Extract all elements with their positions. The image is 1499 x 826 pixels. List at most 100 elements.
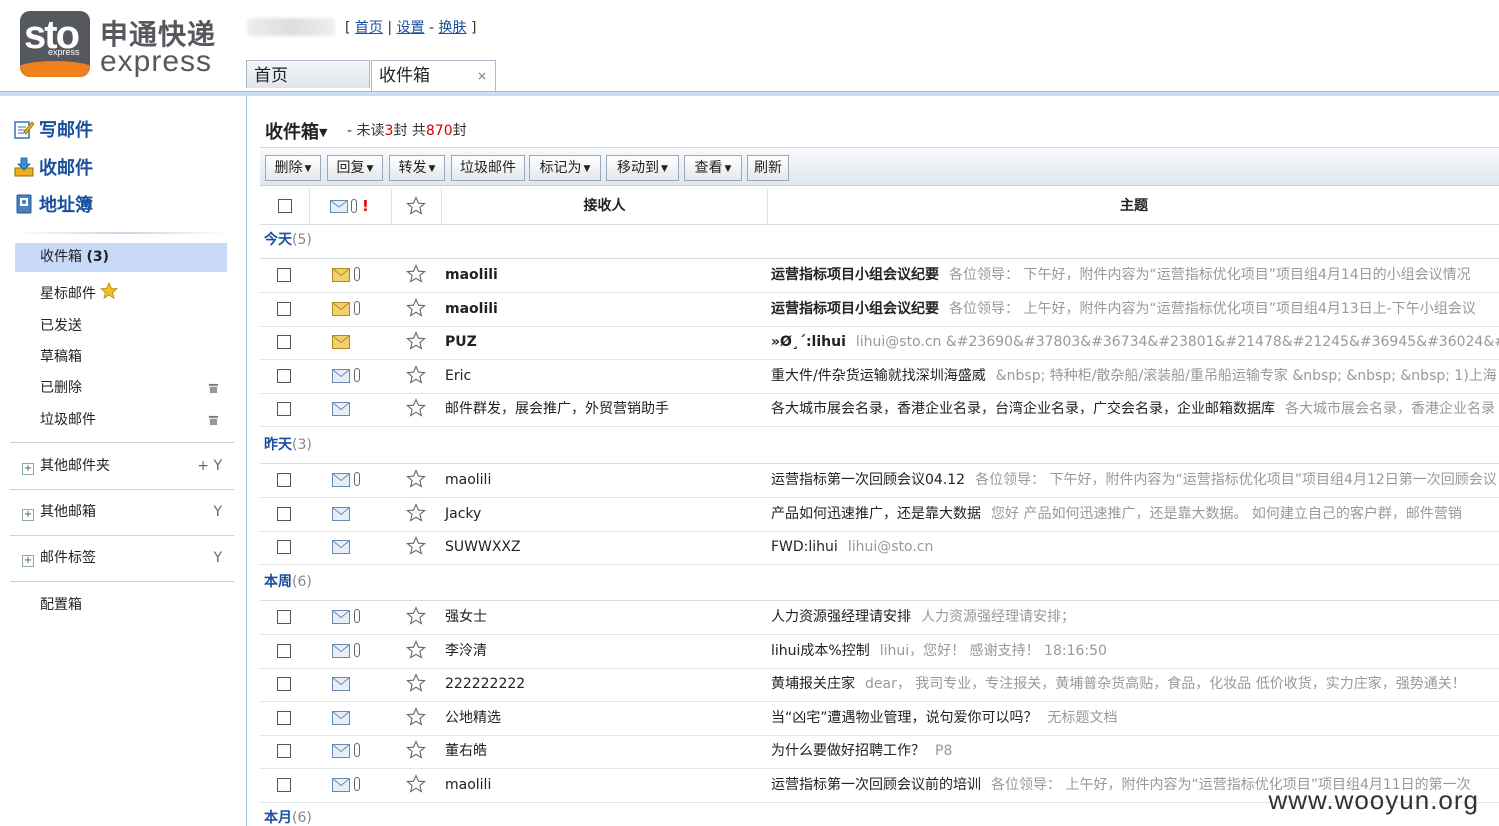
date-group-header[interactable]: 本月(6) — [264, 806, 312, 826]
mail-subject-cell[interactable]: 为什么要做好招聘工作？ P8 — [771, 735, 1499, 768]
mail-row[interactable]: maolili 运营指标第一次回顾会议04.12 各位领导： 下午好，附件内容为“运… — [260, 464, 1499, 498]
select-all-checkbox[interactable] — [278, 199, 292, 213]
trash-icon[interactable] — [208, 383, 219, 394]
star-outline-icon[interactable] — [406, 364, 426, 385]
status-column[interactable]: ! — [310, 188, 392, 224]
star-outline-icon[interactable] — [406, 673, 426, 693]
mail-row[interactable]: maolili 运营指标项目小组会议纪要 各位领导： 上午好，附件内容为“运营指标优… — [260, 293, 1499, 327]
date-group-header[interactable]: 今天(5) — [264, 228, 312, 252]
expand-icon[interactable]: + — [22, 509, 34, 521]
star-outline-icon[interactable] — [406, 264, 426, 284]
receive-button[interactable]: 收邮件 — [14, 154, 93, 180]
mail-recipient[interactable]: 李泠清 — [445, 635, 487, 668]
mail-recipient[interactable]: 邮件群发，展会推广，外贸营销助手 — [445, 393, 669, 426]
row-checkbox[interactable] — [277, 506, 291, 521]
reply-button[interactable]: 回复 ▼ — [327, 155, 383, 181]
star-outline-icon[interactable] — [406, 536, 426, 556]
group-mail-tags[interactable]: + 邮件标签 Y — [22, 544, 222, 572]
star-outline-icon[interactable] — [406, 774, 426, 794]
row-checkbox[interactable] — [277, 368, 291, 383]
mail-row[interactable]: Jacky 产品如何迅速推广，还是靠大数据 您好 产品如何迅速推广，还是靠大数据。 … — [260, 498, 1499, 532]
mail-recipient[interactable]: 公地精选 — [445, 702, 501, 735]
row-checkbox[interactable] — [277, 643, 291, 658]
refresh-button[interactable]: 刷新 — [747, 155, 789, 181]
group-other-mailboxes[interactable]: + 其他邮箱 Y — [22, 498, 222, 526]
subject-column[interactable]: 主题 — [768, 188, 1499, 224]
compose-button[interactable]: 写邮件 — [14, 116, 93, 142]
star-outline-icon[interactable] — [406, 469, 426, 489]
row-checkbox[interactable] — [277, 744, 291, 759]
star-outline-icon[interactable] — [406, 398, 426, 418]
link-skin[interactable]: 换肤 — [439, 20, 467, 36]
expand-icon[interactable]: + — [22, 463, 34, 475]
folder-sent[interactable]: 已发送 — [15, 312, 227, 341]
link-home[interactable]: 首页 — [355, 20, 383, 36]
mail-subject-cell[interactable]: 运营指标项目小组会议纪要 各位领导： 下午好，附件内容为“运营指标优化项目”项目组… — [771, 259, 1499, 292]
star-outline-icon[interactable] — [406, 606, 426, 626]
mail-recipient[interactable]: SUWWXXZ — [445, 531, 521, 564]
link-settings[interactable]: 设置 — [397, 20, 425, 36]
row-checkbox[interactable] — [277, 402, 291, 417]
sto-express-logo[interactable]: sto express 申通快递 express — [20, 11, 220, 81]
folder-inbox[interactable]: 收件箱 (3) — [15, 243, 227, 272]
mail-row[interactable]: SUWWXXZ FWD:lihui lihui@sto.cn — [260, 531, 1499, 566]
addressbook-button[interactable]: 地址簿 — [14, 191, 93, 217]
trash-icon[interactable] — [208, 415, 219, 426]
mail-row[interactable]: Eric 重大件/件杂货运输就找深圳海盛威 &nbsp; 特种柜/散杂船/滚装船/重… — [260, 360, 1499, 394]
mail-recipient[interactable]: maolili — [445, 464, 491, 497]
mail-row[interactable]: 强女士 人力资源强经理请安排 人力资源强经理请安排； — [260, 601, 1499, 635]
mail-recipient[interactable]: maolili — [445, 259, 498, 292]
folder-junk[interactable]: 垃圾邮件 — [15, 406, 227, 435]
mail-row[interactable]: 公地精选 当“凶宅”遭遇物业管理，说句爱你可以吗？ 无标题文档 — [260, 702, 1499, 736]
mark-as-button[interactable]: 标记为 ▼ — [529, 155, 601, 181]
mail-recipient[interactable]: 董右皓 — [445, 735, 487, 768]
mail-recipient[interactable]: maolili — [445, 293, 498, 326]
mail-recipient[interactable]: 强女士 — [445, 601, 487, 634]
mail-subject-cell[interactable]: 运营指标第一次回顾会议04.12 各位领导： 下午好，附件内容为“运营指标优化项目… — [771, 464, 1499, 497]
row-checkbox[interactable] — [277, 301, 291, 316]
folder-title[interactable]: 收件箱▼ — [265, 118, 327, 144]
row-checkbox[interactable] — [277, 540, 291, 555]
group-actions[interactable]: + Y — [197, 452, 222, 480]
mail-row[interactable]: 邮件群发，展会推广，外贸营销助手 各大城市展会名录，香港企业名录，台湾企业名录，广… — [260, 393, 1499, 428]
view-button[interactable]: 查看 ▼ — [684, 155, 742, 181]
mail-subject-cell[interactable]: 人力资源强经理请安排 人力资源强经理请安排； — [771, 601, 1499, 634]
date-group-header[interactable]: 本周(6) — [264, 570, 312, 594]
row-checkbox[interactable] — [277, 710, 291, 725]
mail-recipient[interactable]: maolili — [445, 769, 491, 802]
star-outline-icon[interactable] — [406, 297, 426, 318]
row-checkbox[interactable] — [277, 778, 291, 792]
row-checkbox[interactable] — [277, 473, 291, 487]
group-actions[interactable]: Y — [213, 544, 222, 572]
star-outline-icon[interactable] — [406, 740, 426, 760]
row-checkbox[interactable] — [277, 677, 291, 692]
mail-row[interactable]: 李泠清 lihui成本%控制 lihui，您好！ 感谢支持！ 18:16:50 — [260, 635, 1499, 669]
star-outline-icon[interactable] — [406, 706, 426, 727]
forward-button[interactable]: 转发 ▼ — [389, 155, 445, 181]
mail-subject-cell[interactable]: 重大件/件杂货运输就找深圳海盛威 &nbsp; 特种柜/散杂船/滚装船/重吊船运输… — [771, 360, 1499, 393]
mail-row[interactable]: 222222222 黄埔报关庄家 dear， 我司专业，专注报关，黄埔普杂货高贴，食… — [260, 668, 1499, 703]
tab-home[interactable]: 首页 — [246, 60, 370, 88]
group-actions[interactable]: Y — [213, 498, 222, 526]
folder-deleted[interactable]: 已删除 — [15, 374, 227, 403]
mail-subject-cell[interactable]: 黄埔报关庄家 dear， 我司专业，专注报关，黄埔普杂货高贴，食品，化妆品 低价收… — [771, 668, 1499, 701]
mail-subject-cell[interactable]: FWD:lihui lihui@sto.cn — [771, 531, 1499, 564]
mail-subject-cell[interactable]: 产品如何迅速推广，还是靠大数据 您好 产品如何迅速推广，还是靠大数据。 如何建立自… — [771, 498, 1499, 531]
folder-drafts[interactable]: 草稿箱 — [15, 343, 227, 372]
junk-button[interactable]: 垃圾邮件 — [451, 155, 525, 181]
mail-subject-cell[interactable]: 各大城市展会名录，香港企业名录，台湾企业名录，广交会名录，企业邮箱数据库 各大城市… — [771, 393, 1499, 426]
mail-recipient[interactable]: PUZ — [445, 326, 477, 359]
group-other-folders[interactable]: + 其他邮件夹 + Y — [22, 452, 222, 480]
mail-row[interactable]: 董右皓 为什么要做好招聘工作？ P8 — [260, 735, 1499, 770]
move-to-button[interactable]: 移动到 ▼ — [606, 155, 679, 181]
row-checkbox[interactable] — [277, 610, 291, 624]
mail-recipient[interactable]: 222222222 — [445, 668, 525, 701]
mail-subject-cell[interactable]: »Ø¸´:lihui lihui@sto.cn &#23690&#37803&#3… — [771, 326, 1499, 359]
star-column[interactable] — [392, 188, 442, 224]
close-icon[interactable]: × — [477, 61, 487, 91]
folder-starred[interactable]: 星标邮件 — [15, 280, 227, 309]
star-outline-icon[interactable] — [406, 331, 426, 351]
mail-recipient[interactable]: Eric — [445, 360, 471, 393]
expand-icon[interactable]: + — [22, 555, 34, 567]
star-outline-icon[interactable] — [406, 502, 426, 523]
